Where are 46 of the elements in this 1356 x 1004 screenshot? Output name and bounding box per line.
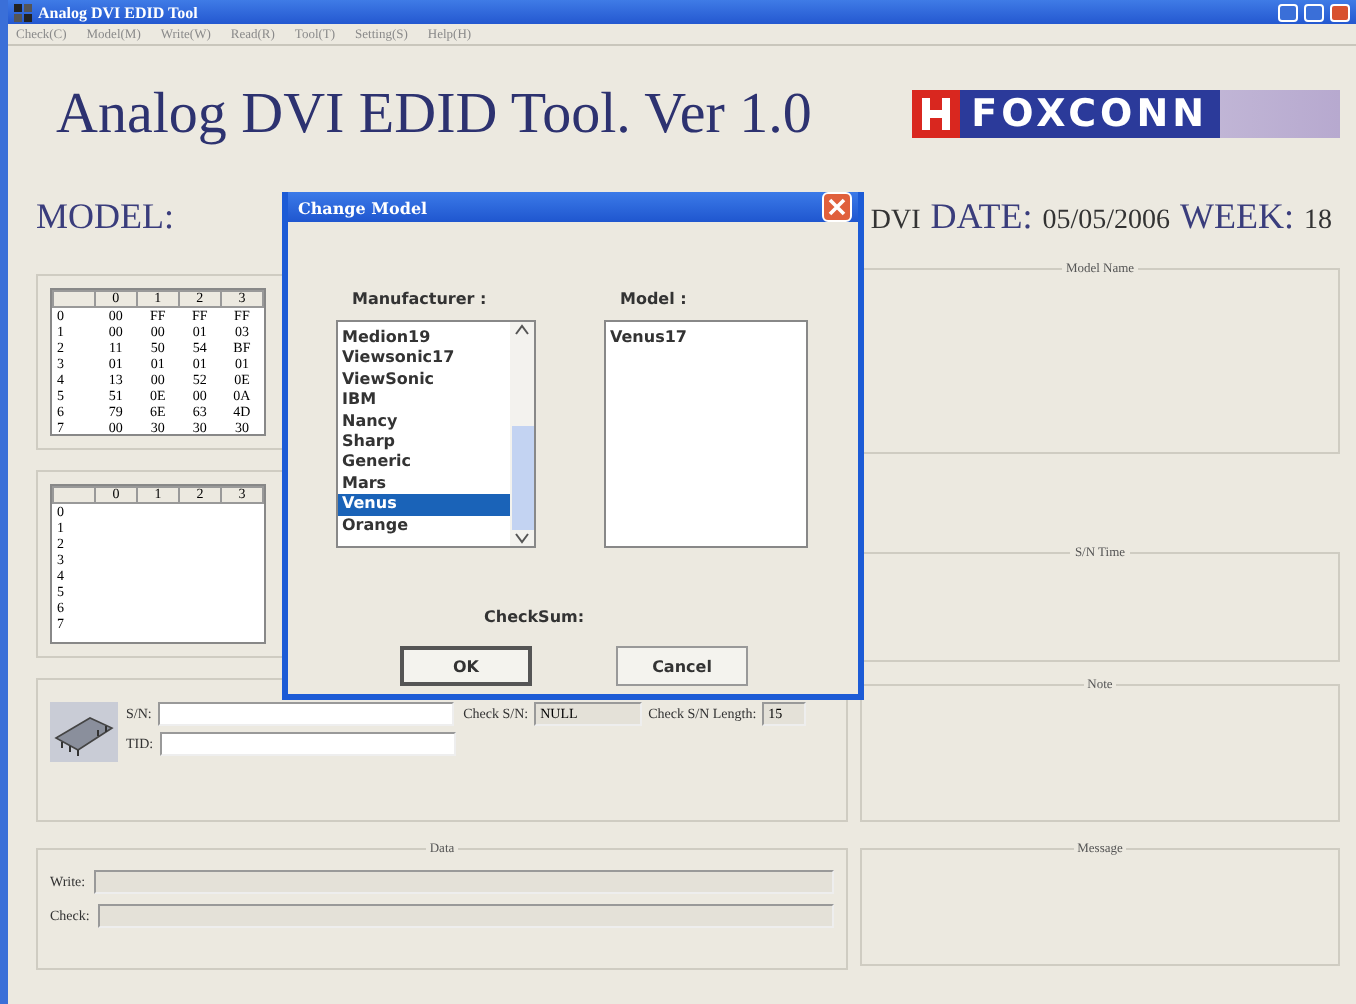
close-button[interactable] — [822, 192, 852, 222]
close-icon — [828, 198, 846, 216]
week-value: 18 — [1304, 205, 1332, 237]
list-item[interactable]: Nancy — [338, 411, 510, 433]
window-title: Analog DVI EDID Tool — [38, 3, 200, 21]
dialog-title: Change Model — [298, 197, 428, 217]
close-button[interactable] — [1330, 3, 1350, 21]
scrollbar[interactable] — [510, 322, 534, 546]
logo-mark-icon — [911, 90, 960, 138]
scroll-down-icon[interactable] — [514, 530, 530, 546]
sn-field[interactable] — [157, 702, 454, 726]
maximize-button[interactable] — [1304, 3, 1324, 21]
scroll-up-icon[interactable] — [514, 322, 530, 338]
date-value: 05/05/2006 — [1042, 205, 1171, 237]
list-item[interactable]: Generic — [338, 452, 510, 474]
list-item[interactable]: Orange — [338, 515, 510, 537]
corner-header — [53, 487, 96, 503]
list-item[interactable]: Viewsonic17 — [338, 348, 510, 370]
list-item[interactable]: Medion19 — [338, 328, 510, 349]
list-item[interactable]: Venus17 — [606, 328, 806, 349]
model-list[interactable]: Venus17 — [604, 320, 808, 548]
manufacturer-label: Manufacturer : — [350, 290, 489, 308]
app-heading: Analog DVI EDID Tool. Ver 1.0 — [56, 81, 812, 147]
list-item[interactable]: IBM — [338, 390, 510, 412]
check-field[interactable] — [97, 904, 834, 928]
cancel-button[interactable]: Cancel — [616, 646, 748, 686]
chip-icon — [50, 702, 118, 762]
list-item[interactable]: ViewSonic — [338, 369, 510, 391]
checksum-label: CheckSum: — [484, 608, 587, 626]
scroll-thumb[interactable] — [511, 426, 533, 530]
ok-button[interactable]: OK — [400, 646, 532, 686]
interface-text: DVI — [870, 205, 921, 237]
list-item[interactable]: Sharp — [338, 432, 510, 453]
manufacturer-list[interactable]: Medion19 Viewsonic17 ViewSonic IBM Nancy Sharp Generic Mars Venus Orange — [336, 320, 536, 548]
list-item[interactable]: Venus — [338, 494, 510, 516]
logo-text: FOXCONN — [959, 90, 1220, 138]
app-icon — [14, 3, 32, 21]
date-label: DATE: — [930, 195, 1033, 237]
minimize-button[interactable] — [1278, 3, 1298, 21]
week-label: WEEK: — [1180, 195, 1294, 237]
write-field[interactable] — [93, 870, 834, 894]
corner-header — [53, 291, 95, 307]
model-label: MODEL: — [36, 195, 174, 237]
tid-field[interactable] — [159, 732, 456, 756]
list-item[interactable]: Mars — [338, 473, 510, 495]
model-list-label: Model : — [618, 290, 689, 308]
